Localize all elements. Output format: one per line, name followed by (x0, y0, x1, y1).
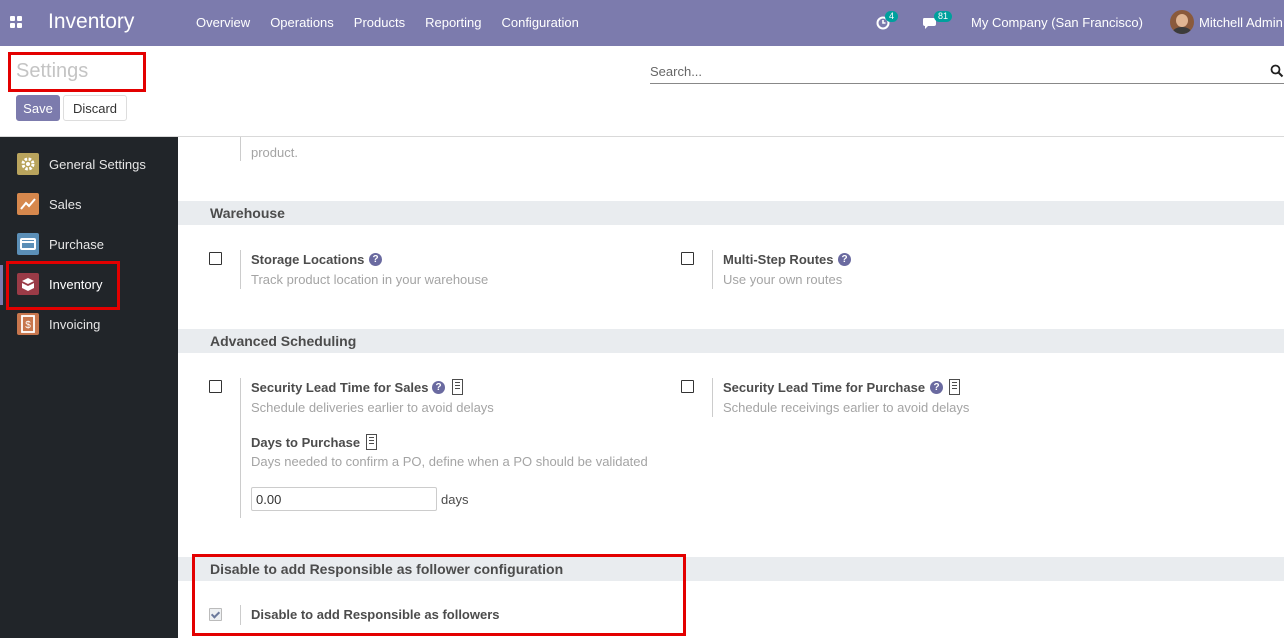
svg-text:$: $ (25, 320, 31, 331)
section-heading: Warehouse (210, 205, 285, 221)
option-divider (240, 137, 241, 161)
help-icon[interactable]: ? (369, 253, 382, 266)
days-to-purchase-input[interactable] (251, 487, 437, 511)
search-icon[interactable] (1270, 64, 1284, 78)
company-building-icon (949, 379, 960, 395)
sidebar-item-sales[interactable]: Sales (0, 185, 178, 225)
menu-operations[interactable]: Operations (260, 0, 344, 46)
settings-sidebar: General Settings Sales Purchase Inventor… (0, 137, 178, 638)
days-to-purchase-description: Days needed to confirm a PO, define when… (251, 454, 648, 469)
disable-responsible-follower-checkbox[interactable] (209, 608, 222, 621)
page-title: Settings (16, 60, 89, 82)
lead-time-sales-checkbox[interactable] (209, 380, 222, 393)
menu-overview[interactable]: Overview (186, 0, 260, 46)
option-divider (240, 605, 241, 625)
help-icon[interactable]: ? (432, 381, 445, 394)
purchase-card-icon (17, 233, 39, 255)
option-divider (712, 378, 713, 417)
multi-step-routes-title: Multi-Step Routes (723, 252, 834, 267)
disable-responsible-follower-title: Disable to add Responsible as followers (251, 607, 500, 622)
search-bar (650, 59, 1284, 84)
days-unit-label: days (441, 492, 469, 507)
save-button[interactable]: Save (16, 95, 60, 121)
activity-button[interactable]: 4 (876, 11, 899, 32)
cut-option-description: product. (251, 145, 298, 160)
sidebar-item-inventory[interactable]: Inventory (0, 265, 178, 305)
lead-time-purchase-checkbox[interactable] (681, 380, 694, 393)
activity-count-badge: 4 (885, 11, 899, 22)
sidebar-item-general-settings[interactable]: General Settings (0, 145, 178, 185)
storage-locations-title: Storage Locations (251, 252, 365, 267)
section-heading: Disable to add Responsible as follower c… (210, 561, 564, 577)
lead-time-sales-title: Security Lead Time for Sales (251, 380, 429, 395)
option-divider (240, 378, 241, 518)
user-menu[interactable]: Mitchell Admin (1199, 0, 1283, 46)
section-advanced-scheduling: Advanced Scheduling (178, 329, 1284, 353)
apps-menu-icon[interactable] (10, 16, 23, 29)
sidebar-item-purchase[interactable]: Purchase (0, 225, 178, 265)
menu-products[interactable]: Products (344, 0, 415, 46)
avatar[interactable] (1170, 10, 1194, 34)
help-icon[interactable]: ? (930, 381, 943, 394)
multi-step-routes-checkbox[interactable] (681, 252, 694, 265)
messaging-button[interactable]: 81 (922, 11, 953, 32)
days-to-purchase-title: Days to Purchase (251, 435, 361, 450)
top-navbar: Inventory Overview Operations Products R… (0, 0, 1284, 46)
app-name[interactable]: Inventory (48, 10, 134, 34)
multi-step-routes-description: Use your own routes (723, 272, 843, 287)
lead-time-purchase-description: Schedule receivings earlier to avoid del… (723, 400, 970, 415)
lead-time-purchase-title: Security Lead Time for Purchase (723, 380, 926, 395)
sidebar-item-label: General Settings (49, 157, 146, 172)
sidebar-item-label: Invoicing (49, 317, 101, 332)
company-building-icon (366, 434, 377, 450)
message-count-badge: 81 (934, 11, 953, 22)
section-follower-configuration: Disable to add Responsible as follower c… (178, 557, 1284, 581)
settings-content: product. Warehouse Storage Locations ? T… (178, 137, 1284, 638)
sidebar-item-label: Inventory (49, 277, 103, 292)
section-heading: Advanced Scheduling (210, 333, 357, 349)
sidebar-item-label: Purchase (49, 237, 104, 252)
help-icon[interactable]: ? (838, 253, 851, 266)
inventory-box-icon (17, 273, 39, 295)
search-input[interactable] (650, 62, 1250, 80)
section-warehouse: Warehouse (178, 201, 1284, 225)
sales-chart-icon (17, 193, 39, 215)
main-menu: Overview Operations Products Reporting C… (186, 0, 589, 46)
storage-locations-description: Track product location in your warehouse (251, 272, 489, 287)
option-divider (712, 250, 713, 289)
company-switcher[interactable]: My Company (San Francisco) (971, 0, 1143, 46)
storage-locations-checkbox[interactable] (209, 252, 222, 265)
sidebar-item-invoicing[interactable]: $ Invoicing (0, 305, 178, 345)
company-building-icon (452, 379, 463, 395)
option-divider (240, 250, 241, 289)
lead-time-sales-description: Schedule deliveries earlier to avoid del… (251, 400, 494, 415)
discard-button[interactable]: Discard (63, 95, 127, 121)
gear-icon (17, 153, 39, 175)
invoice-dollar-icon: $ (17, 313, 39, 335)
menu-configuration[interactable]: Configuration (491, 0, 588, 46)
menu-reporting[interactable]: Reporting (415, 0, 491, 46)
sidebar-item-label: Sales (49, 197, 82, 212)
control-panel: Settings Save Discard (0, 46, 1284, 137)
